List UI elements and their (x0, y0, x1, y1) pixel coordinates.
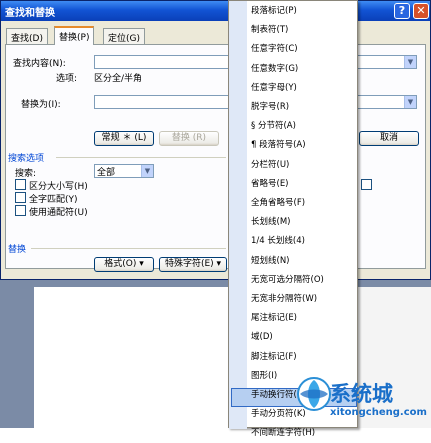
less-button[interactable]: 常规 ＊ (L) (94, 131, 154, 146)
wildcards-checkbox[interactable] (15, 205, 26, 216)
menu-item[interactable]: 脚注标记(F) (251, 348, 297, 367)
menu-item[interactable]: 尾注标记(E) (251, 309, 297, 328)
menu-item[interactable]: § 分节符(A) (251, 117, 296, 136)
menu-item[interactable]: 无宽非分隔符(W) (251, 290, 317, 309)
match-case-label: 区分大小写(H) (29, 182, 88, 192)
menu-item[interactable]: 不间断连字符(H) (251, 424, 315, 443)
whole-word-checkbox[interactable] (15, 192, 26, 203)
format-button[interactable]: 格式(O) ▾ (94, 257, 154, 272)
menu-item[interactable]: 任意字母(Y) (251, 79, 297, 98)
watermark-url: xitongcheng.com (330, 407, 427, 418)
search-options-heading: 搜索选项 (8, 154, 45, 164)
tab-goto[interactable]: 定位(G) (103, 28, 145, 44)
menu-item[interactable]: 任意数字(G) (251, 60, 298, 79)
menu-item[interactable]: 任意字符(C) (251, 40, 298, 59)
menu-item[interactable]: 全角省略号(F) (251, 194, 305, 213)
close-button[interactable]: ✕ (413, 3, 429, 19)
section-divider (56, 157, 226, 158)
section-divider (31, 248, 226, 249)
help-button[interactable]: ? (394, 3, 410, 19)
wildcards-label: 使用通配符(U) (29, 208, 88, 218)
menu-item[interactable]: 域(D) (251, 328, 273, 347)
watermark-text: 系统城 (330, 382, 393, 406)
document-page (34, 287, 234, 428)
menu-item[interactable]: 无宽可选分隔符(O) (251, 271, 324, 290)
special-button[interactable]: 特殊字符(E) ▾ (159, 257, 227, 272)
search-direction-select[interactable]: 全部 ▼ (94, 164, 154, 178)
tab-replace[interactable]: 替换(P) (54, 26, 95, 45)
cancel-button[interactable]: 取消 (359, 131, 419, 146)
dialog-title: 查找和替换 (5, 8, 55, 19)
special-characters-menu: 段落标记(P) 制表符(T) 任意字符(C) 任意数字(G) 任意字母(Y) 脱字号(R)… (228, 0, 358, 438)
menu-item[interactable]: ¶ 段落符号(A) (251, 136, 306, 155)
replace-label: 替换为(I): (21, 100, 61, 110)
menu-item[interactable]: 脱字号(R) (251, 98, 289, 117)
option-checkbox-right[interactable] (361, 179, 372, 190)
replace-section-heading: 替换 (8, 245, 27, 255)
find-replace-dialog: 查找和替换 ? ✕ 查找(D) 定位(G) 替换(P) 查找内容(N): ▼ 选… (0, 0, 431, 280)
menu-item[interactable]: 段落标记(P) (251, 2, 297, 21)
chevron-down-icon[interactable]: ▼ (404, 96, 416, 108)
tab-find[interactable]: 查找(D) (6, 28, 48, 44)
dialog-titlebar: 查找和替换 ? ✕ (1, 1, 430, 21)
menu-item[interactable]: 长划线(M) (251, 213, 290, 232)
options-label: 选项: (56, 74, 78, 84)
menu-item[interactable]: 制表符(T) (251, 21, 288, 40)
menu-item[interactable]: 图形(I) (251, 367, 277, 386)
replace-button[interactable]: 替换 (R) (159, 131, 219, 146)
menu-item[interactable]: 分栏符(U) (251, 156, 289, 175)
menu-item[interactable]: 1/4 长划线(4) (251, 232, 305, 251)
watermark-logo-icon (297, 377, 331, 411)
search-direction-value: 全部 (97, 168, 116, 178)
menu-item[interactable]: 省略号(E) (251, 175, 289, 194)
search-label: 搜索: (15, 169, 37, 179)
match-case-checkbox[interactable] (15, 179, 26, 190)
chevron-down-icon[interactable]: ▼ (141, 165, 153, 177)
menu-item[interactable]: 短划线(N) (251, 252, 290, 271)
whole-word-label: 全字匹配(Y) (29, 195, 78, 205)
options-value: 区分全/半角 (94, 74, 143, 84)
menu-icon-strip (229, 1, 247, 429)
chevron-down-icon[interactable]: ▼ (404, 56, 416, 68)
find-label: 查找内容(N): (13, 59, 66, 69)
